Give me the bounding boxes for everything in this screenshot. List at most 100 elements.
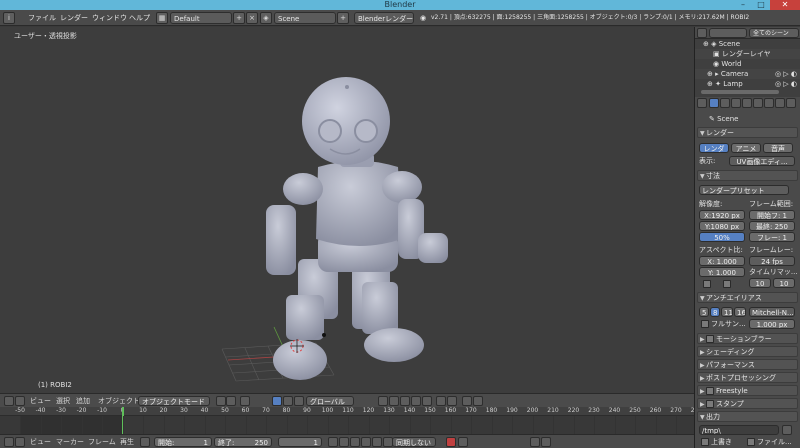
render-preview-icon[interactable] (473, 396, 483, 406)
menu-add[interactable]: 追加 (76, 396, 90, 406)
outliner-item-renderlayers[interactable]: ▣ レンダーレイヤ (695, 49, 800, 59)
freestyle-panel-header[interactable]: ▶ Freestyle (697, 385, 798, 396)
outliner-search[interactable] (709, 28, 747, 38)
menu-view[interactable]: ビュー (30, 396, 51, 406)
performance-panel-header[interactable]: ▶ パフォーマンス (697, 359, 798, 370)
render-image-button[interactable]: レンダ (699, 143, 729, 153)
layer-2-icon[interactable] (389, 396, 399, 406)
pivot-icon[interactable] (226, 396, 236, 406)
filter-size-field[interactable]: 1.000 px (749, 319, 795, 329)
scale-manipulator-icon[interactable] (294, 396, 304, 406)
constraints-tab-icon[interactable] (764, 98, 774, 108)
motion-blur-panel-header[interactable]: ▶ モーションブラー (697, 333, 798, 344)
sync-mode-selector[interactable]: 同期しない (392, 437, 436, 447)
render-audio-button[interactable]: 音声 (763, 143, 793, 153)
outliner-display-mode[interactable]: 全てのシーン (749, 28, 799, 38)
resolution-y-field[interactable]: Y:1080 px (699, 221, 745, 231)
menu-select[interactable]: 選択 (56, 396, 70, 406)
data-tab-icon[interactable] (786, 98, 796, 108)
layout-selector[interactable]: Default (170, 12, 232, 24)
start-frame-field[interactable]: 開始: 1 (154, 437, 212, 447)
menu-help[interactable]: ヘルプ (129, 13, 150, 23)
camera-visibility-icons[interactable]: ◎ ▷ ◐ (775, 69, 797, 79)
menu-window[interactable]: ウィンドウ (92, 13, 127, 23)
stamp-panel-header[interactable]: ▶ スタンプ (697, 398, 798, 409)
3d-viewport[interactable]: ユーザー・透視投影 (1) ROBI2 (0, 27, 694, 393)
aa-samples-8[interactable]: 8 (710, 307, 720, 317)
border-checkbox[interactable] (703, 280, 711, 288)
menu-file[interactable]: ファイル (28, 13, 56, 23)
post-processing-panel-header[interactable]: ▶ ポストプロセッシング (697, 372, 798, 383)
world-tab-icon[interactable] (742, 98, 752, 108)
display-selector[interactable]: UV画像エディ... (729, 156, 795, 166)
render-panel-header[interactable]: ▼ レンダー (697, 127, 798, 138)
timeline-menu-playback[interactable]: 再生 (120, 437, 134, 447)
outliner-scrollbar[interactable] (701, 90, 779, 94)
scene-selector[interactable]: Scene (274, 12, 336, 24)
framerate-selector[interactable]: 24 fps (749, 256, 795, 266)
layer-6-icon[interactable] (436, 396, 446, 406)
crop-checkbox[interactable] (723, 280, 731, 288)
aa-samples-5[interactable]: 5 (699, 307, 709, 317)
aa-filter-selector[interactable]: Mitchell-N... (749, 307, 795, 317)
editor-type-icon-3d[interactable] (4, 396, 14, 406)
scene-icon[interactable]: ◈ (260, 12, 272, 24)
outliner-item-lamp[interactable]: ⊕ ✦ Lamp ◎ ▷ ◐ (695, 79, 800, 89)
timeline-ruler[interactable]: -50-40-30-20-100102030405060708090100110… (0, 407, 702, 416)
aspect-y-field[interactable]: Y: 1.000 (699, 267, 745, 277)
properties-editor-icon[interactable] (697, 98, 707, 108)
output-panel-header[interactable]: ▼ 出力 (697, 411, 798, 422)
current-frame-field[interactable]: 1 (278, 437, 322, 447)
time-remap-old-field[interactable]: 10 (749, 278, 771, 288)
timeline-menu-view[interactable]: ビュー (30, 437, 51, 447)
play-icon[interactable] (361, 437, 371, 447)
freestyle-checkbox[interactable] (706, 387, 714, 395)
layer-5-icon[interactable] (422, 396, 432, 406)
render-animation-button[interactable]: アニメ (731, 143, 761, 153)
shading-solid-icon[interactable] (216, 396, 226, 406)
render-tab-icon[interactable] (709, 98, 719, 108)
render-layers-tab-icon[interactable] (720, 98, 730, 108)
antialiasing-panel-header[interactable]: ▼ アンチエイリアス (697, 292, 798, 303)
manipulator-toggle-icon[interactable] (240, 396, 250, 406)
minimize-button[interactable]: – (734, 0, 752, 10)
outliner-editor-icon[interactable] (697, 28, 707, 38)
timeline-menu-frame[interactable]: フレーム (88, 437, 116, 447)
aa-samples-11[interactable]: 11 (721, 307, 733, 317)
scene-tab-icon[interactable] (731, 98, 741, 108)
layer-3-icon[interactable] (400, 396, 410, 406)
translate-manipulator-icon[interactable] (272, 396, 282, 406)
output-folder-icon[interactable] (782, 425, 792, 435)
layer-1-icon[interactable] (378, 396, 388, 406)
outliner-item-camera[interactable]: ⊕ ▸ Camera ◎ ▷ ◐ (695, 69, 800, 79)
full-sample-checkbox[interactable] (701, 320, 709, 328)
output-path-field[interactable]: /tmp\ (699, 425, 779, 435)
timeline-editor[interactable]: -50-40-30-20-100102030405060708090100110… (0, 407, 702, 434)
object-tab-icon[interactable] (753, 98, 763, 108)
end-frame-field[interactable]: 終了: 250 (214, 437, 272, 447)
keying-set-icon[interactable] (458, 437, 468, 447)
delete-keyframe-icon[interactable] (541, 437, 551, 447)
orientation-selector[interactable]: グローバル (306, 396, 354, 406)
preview-range-icon[interactable] (140, 437, 150, 447)
layout-remove-icon[interactable]: × (246, 12, 258, 24)
jump-start-icon[interactable] (328, 437, 338, 447)
layer-4-icon[interactable] (411, 396, 421, 406)
snap-icon[interactable] (462, 396, 472, 406)
layout-icon[interactable]: ▦ (156, 12, 168, 24)
outliner-item-world[interactable]: ◉ World (695, 59, 800, 69)
scene-add-icon[interactable]: + (337, 12, 349, 24)
lamp-visibility-icons[interactable]: ◎ ▷ ◐ (775, 79, 797, 89)
menu-object[interactable]: オブジェクト (98, 396, 140, 406)
dimensions-panel-header[interactable]: ▼ 寸法 (697, 170, 798, 181)
timeline-collapse-icon[interactable] (15, 437, 25, 447)
play-reverse-icon[interactable] (350, 437, 360, 447)
record-icon[interactable] (446, 437, 456, 447)
insert-keyframe-icon[interactable] (530, 437, 540, 447)
outliner[interactable]: 全てのシーン ⊕ ◈ Scene ▣ レンダーレイヤ ◉ World ⊕ ▸ C… (694, 27, 800, 97)
render-preset-selector[interactable]: レンダープリセット (699, 185, 789, 195)
close-button[interactable]: ✕ (770, 0, 800, 10)
motion-blur-checkbox[interactable] (706, 335, 714, 343)
time-remap-new-field[interactable]: 10 (773, 278, 795, 288)
maximize-button[interactable]: □ (752, 0, 770, 10)
